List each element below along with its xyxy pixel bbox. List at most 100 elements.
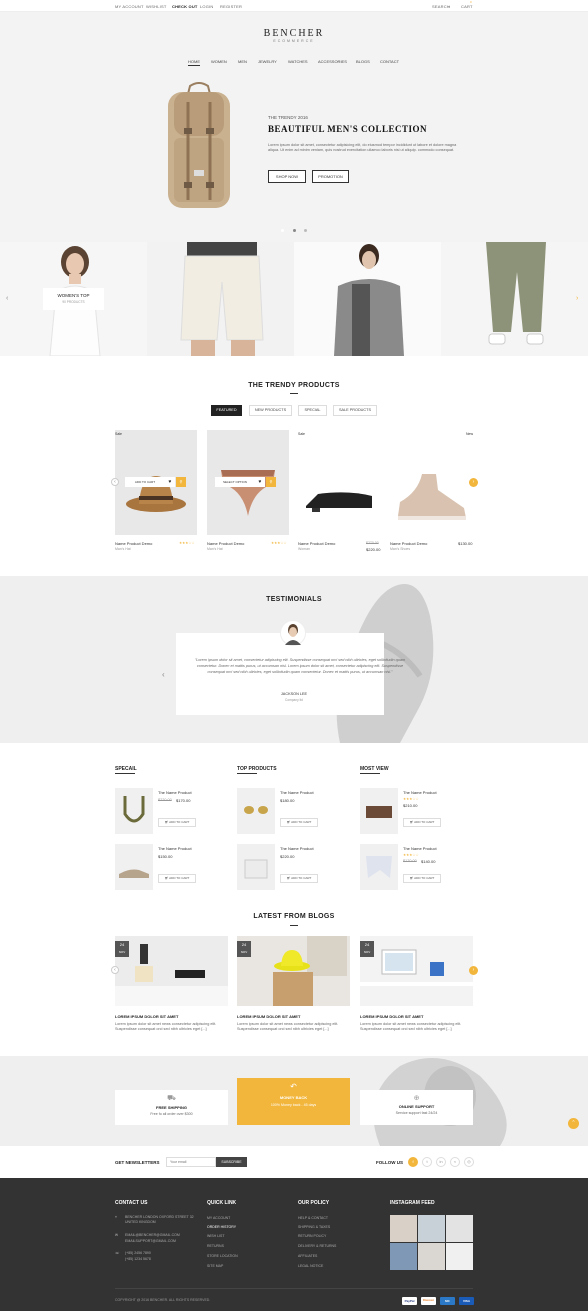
blog-title-1[interactable]: LOREM IPSUM DOLOR SIT AMET <box>115 1014 178 1019</box>
instagram-photo-2[interactable] <box>418 1215 445 1242</box>
policy-help-contact[interactable]: HELP & CONTACT <box>298 1216 328 1220</box>
category-image-shorts[interactable] <box>147 242 294 356</box>
select-option-button-2[interactable]: SELECT OPTION <box>215 477 255 487</box>
testimonial-prev-arrow[interactable]: ‹ <box>162 670 165 679</box>
quick-link-site-map[interactable]: SITE MAP <box>207 1264 223 1268</box>
brand-logo[interactable]: BENCHER <box>0 28 588 39</box>
top-thumb-2[interactable] <box>237 844 275 890</box>
quick-link-order-history[interactable]: ORDER HISTORY <box>207 1225 236 1229</box>
products-prev-arrow[interactable]: ‹ <box>111 478 119 486</box>
nav-jewelry[interactable]: JEWELRY <box>258 59 277 64</box>
login-link[interactable]: LOGIN <box>200 4 213 9</box>
special-thumb-2[interactable] <box>115 844 153 890</box>
tab-featured[interactable]: FEATURED <box>211 405 242 416</box>
category-image-pants[interactable] <box>441 242 588 356</box>
instagram-photo-4[interactable] <box>390 1243 417 1270</box>
search-icon[interactable]: ⌕ <box>448 4 450 9</box>
quick-link-returns[interactable]: RETURNS <box>207 1244 224 1248</box>
nav-watches[interactable]: WATCHES <box>288 59 308 64</box>
slider-dot-2[interactable] <box>293 229 296 232</box>
blogs-next-arrow[interactable]: › <box>469 966 478 975</box>
nav-blogs[interactable]: BLOGS <box>356 59 370 64</box>
policy-return-policy[interactable]: RETURN POLICY <box>298 1234 326 1238</box>
product-card-4[interactable] <box>390 430 472 535</box>
wishlist-heart-icon-2[interactable]: ♥ <box>255 477 265 487</box>
special-name-1[interactable]: The Name Product <box>158 790 192 795</box>
dribbble-icon[interactable]: ◎ <box>464 1157 474 1167</box>
nav-home[interactable]: HOME <box>188 59 200 66</box>
footer-email-1[interactable]: EMAIL@BENCHER@GMAIL.COM <box>125 1233 180 1237</box>
add-to-cart-button-1[interactable]: ADD TO CART <box>125 477 165 487</box>
quick-link-wish-list[interactable]: WISH LIST <box>207 1234 225 1238</box>
rss-icon[interactable]: ≈ <box>450 1157 460 1167</box>
category-prev-arrow[interactable]: ‹ <box>6 295 8 302</box>
instagram-photo-6[interactable] <box>446 1243 473 1270</box>
register-link[interactable]: REGISTER <box>220 4 242 9</box>
policy-shipping-taxes[interactable]: SHIPPING & TAXES <box>298 1225 330 1229</box>
most-add-1[interactable]: 🛒︎ ADD TO CART <box>403 818 441 827</box>
top-thumb-1[interactable] <box>237 788 275 834</box>
nav-contact[interactable]: CONTACT <box>380 59 399 64</box>
special-thumb-1[interactable] <box>115 788 153 834</box>
blog-image-2[interactable] <box>237 936 350 1006</box>
policy-affiliates[interactable]: AFFILIATES <box>298 1254 317 1258</box>
most-add-2[interactable]: 🛒︎ ADD TO CART <box>403 874 441 883</box>
back-to-top-icon[interactable]: ⌃ <box>568 1118 579 1129</box>
product-name-1[interactable]: Name Product Demo <box>115 541 152 546</box>
twitter-icon[interactable]: t <box>422 1157 432 1167</box>
policy-delivery-returns[interactable]: DELIVERY & RETURNS <box>298 1244 336 1248</box>
blog-title-3[interactable]: LOREM IPSUM DOLOR SIT AMET <box>360 1014 423 1019</box>
special-name-2[interactable]: The Name Product <box>158 846 192 851</box>
top-name-1[interactable]: The Name Product <box>280 790 314 795</box>
products-next-arrow[interactable]: › <box>469 478 478 487</box>
nav-women[interactable]: WOMEN <box>211 59 227 64</box>
category-image-shirt[interactable] <box>294 242 441 356</box>
most-name-2[interactable]: The Name Product <box>403 846 437 851</box>
top-add-1[interactable]: 🛒︎ ADD TO CART <box>280 818 318 827</box>
product-name-3[interactable]: Name Product Demo <box>298 541 335 546</box>
nav-accessories[interactable]: ACCESSORIES <box>318 59 347 64</box>
checkout-link[interactable]: CHECK OUT <box>172 4 198 9</box>
most-thumb-1[interactable] <box>360 788 398 834</box>
linkedin-icon[interactable]: in <box>436 1157 446 1167</box>
special-add-1[interactable]: 🛒︎ ADD TO CART <box>158 818 196 827</box>
my-account-link[interactable]: MY ACCOUNT <box>115 4 144 9</box>
top-name-2[interactable]: The Name Product <box>280 846 314 851</box>
slider-dot-1[interactable] <box>281 229 284 232</box>
special-add-2[interactable]: 🛒︎ ADD TO CART <box>158 874 196 883</box>
instagram-photo-5[interactable] <box>418 1243 445 1270</box>
tab-special[interactable]: SPECIAL <box>298 405 327 416</box>
instagram-photo-1[interactable] <box>390 1215 417 1242</box>
quickview-icon-1[interactable]: ⚲ <box>176 477 186 487</box>
product-card-3[interactable] <box>298 430 380 535</box>
cart-link[interactable]: CART <box>461 4 473 9</box>
instagram-photo-3[interactable] <box>446 1215 473 1242</box>
blog-title-2[interactable]: LOREM IPSUM DOLOR SIT AMET <box>237 1014 300 1019</box>
blogs-prev-arrow[interactable]: ‹ <box>111 966 119 974</box>
promotion-button[interactable]: PROMOTION <box>312 170 349 183</box>
facebook-icon[interactable]: f <box>408 1157 418 1167</box>
newsletter-email-input[interactable] <box>166 1157 216 1167</box>
slider-dot-3[interactable] <box>304 229 307 232</box>
top-add-2[interactable]: 🛒︎ ADD TO CART <box>280 874 318 883</box>
shop-now-button[interactable]: SHOP NOW <box>268 170 306 183</box>
quickview-icon-2[interactable]: ⚲ <box>266 477 276 487</box>
product-name-4[interactable]: Name Product Demo <box>390 541 427 546</box>
blog-image-1[interactable] <box>115 936 228 1006</box>
blog-image-3[interactable] <box>360 936 473 1006</box>
policy-legal-notice[interactable]: LEGAL NOTICE <box>298 1264 323 1268</box>
product-name-2[interactable]: Name Product Demo <box>207 541 244 546</box>
footer-email-2[interactable]: EMAILSUPPORT@GMAIL.COM <box>125 1239 176 1243</box>
category-next-arrow[interactable]: › <box>576 295 578 302</box>
wishlist-link[interactable]: WISHLIST <box>146 4 167 9</box>
quick-link-store-location[interactable]: STORE LOCATION <box>207 1254 238 1258</box>
most-name-1[interactable]: The Name Product <box>403 790 437 795</box>
quick-link-my-account[interactable]: MY ACCOUNT <box>207 1216 230 1220</box>
nav-men[interactable]: MEN <box>238 59 247 64</box>
subscribe-button[interactable]: SUBSCRIBE <box>216 1157 247 1167</box>
tab-sale-products[interactable]: SALE PRODUCTS <box>333 405 377 416</box>
category-card[interactable]: WOMEN'S TOP 90 PRODUCTS <box>43 288 104 310</box>
most-thumb-2[interactable] <box>360 844 398 890</box>
tab-new-products[interactable]: NEW PRODUCTS <box>249 405 292 416</box>
wishlist-heart-icon-1[interactable]: ♥ <box>165 477 175 487</box>
